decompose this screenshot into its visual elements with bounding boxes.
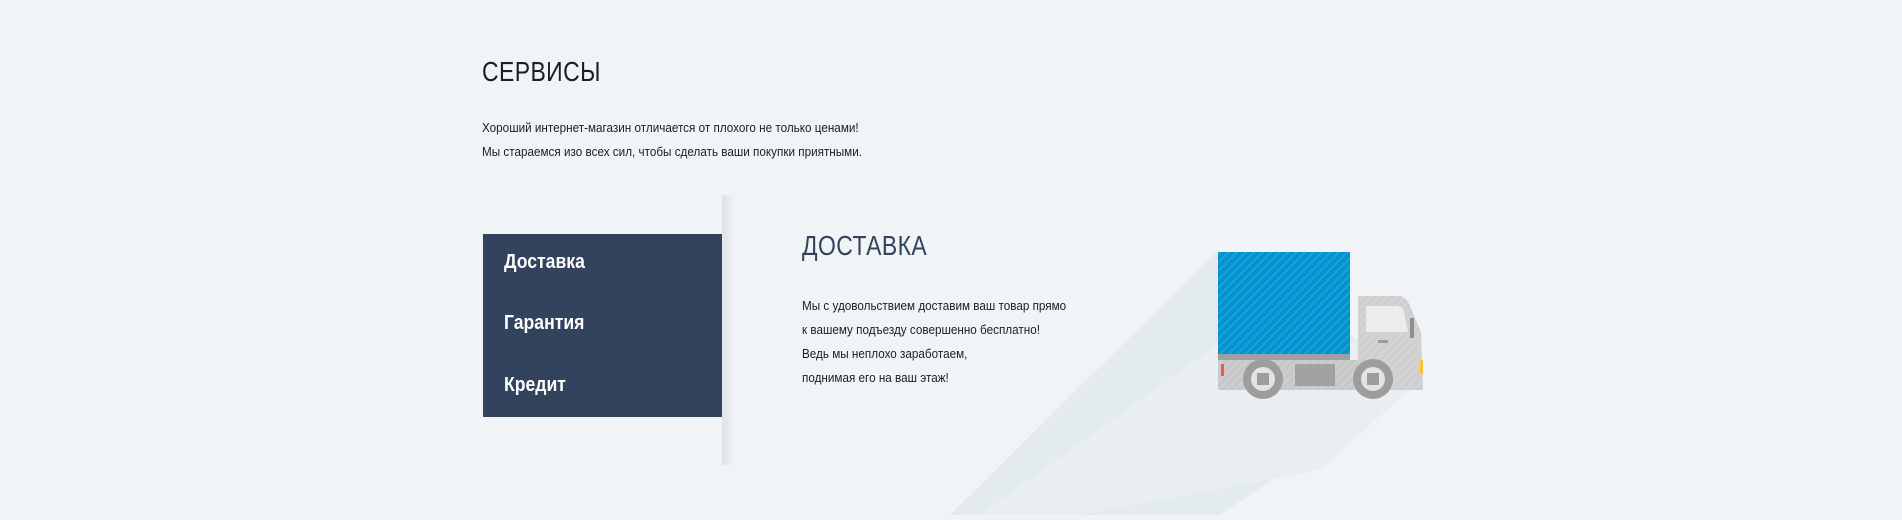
menu-item-delivery[interactable]: Доставка <box>504 251 585 274</box>
intro-line-2: Мы стараемся изо всех сил, чтобы сделать… <box>482 144 863 159</box>
menu-item-warranty[interactable]: Гарантия <box>504 312 584 335</box>
services-menu: Доставка Гарантия Кредит <box>483 234 722 417</box>
section-title: СЕРВИСЫ <box>482 56 601 87</box>
delivery-truck-icon <box>900 240 1460 515</box>
panel-divider-shadow <box>722 195 736 465</box>
menu-item-credit[interactable]: Кредит <box>504 374 566 397</box>
section-intro: Хороший интернет-магазин отличается от п… <box>482 116 862 164</box>
truck-window <box>1366 306 1408 332</box>
intro-line-1: Хороший интернет-магазин отличается от п… <box>482 120 859 135</box>
